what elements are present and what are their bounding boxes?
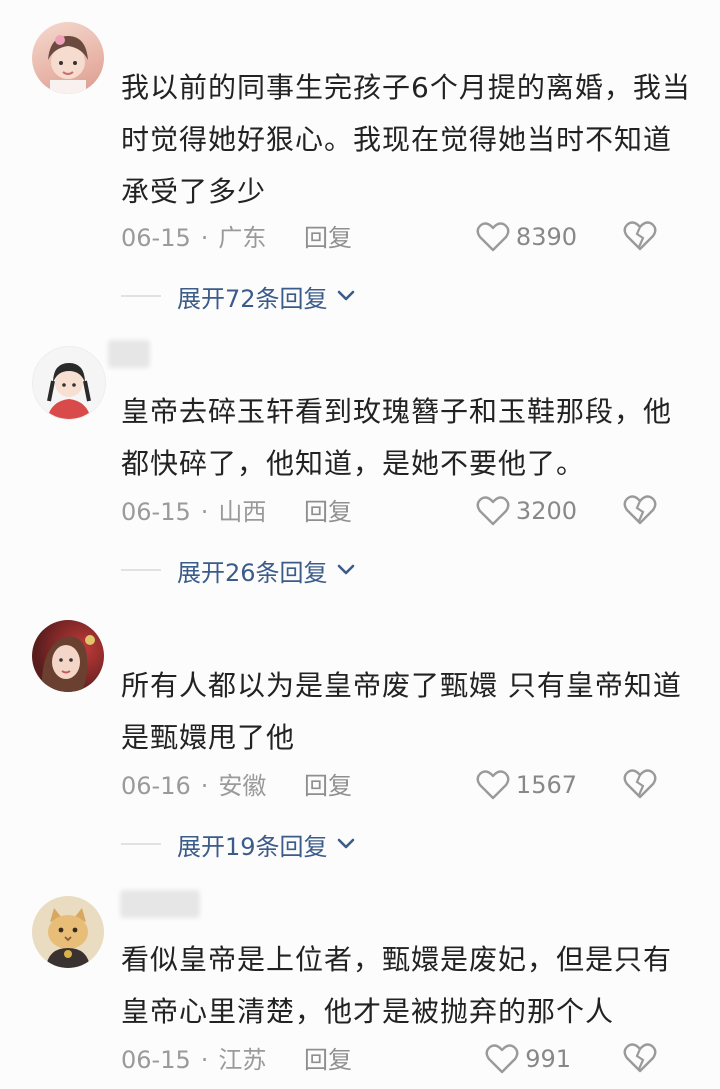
broken-heart-icon[interactable] — [623, 221, 657, 251]
expand-replies-button[interactable]: 展开19条回复 — [121, 827, 356, 861]
comment-location: 山西 — [218, 498, 267, 526]
divider-line — [121, 569, 161, 571]
like-button[interactable]: 991 — [485, 1039, 571, 1079]
like-count: 3200 — [515, 497, 577, 525]
reply-button[interactable]: 回复 — [304, 1040, 352, 1080]
chevron-down-icon — [337, 290, 354, 301]
like-count: 8390 — [515, 223, 577, 251]
comment-date: 06-15 — [121, 224, 191, 252]
comment-location: 广东 — [218, 224, 267, 252]
heart-icon — [476, 770, 510, 800]
comment-location: 江苏 — [218, 1046, 267, 1074]
expand-replies-button[interactable]: 展开72条回复 — [121, 279, 356, 313]
chevron-down-icon — [337, 564, 354, 575]
divider-line — [121, 295, 161, 297]
comment-text: 看似皇帝是上位者，甄嬛是废妃，但是只有皇帝心里清楚，他才是被抛弃的那个人 — [121, 943, 673, 1028]
reply-button[interactable]: 回复 — [304, 766, 352, 806]
username[interactable] — [108, 340, 150, 368]
reply-button[interactable]: 回复 — [304, 218, 352, 258]
comment-date: 06-15 — [121, 498, 191, 526]
chevron-down-icon — [337, 838, 354, 849]
avatar[interactable] — [32, 22, 104, 94]
comment-text: 所有人都以为是皇帝废了甄嬛 只有皇帝知道是甄嬛甩了他 — [121, 669, 682, 754]
heart-icon — [476, 222, 510, 252]
comment-date: 06-15 — [121, 1046, 191, 1074]
broken-heart-icon[interactable] — [623, 769, 657, 799]
avatar[interactable] — [32, 346, 106, 420]
heart-icon — [476, 496, 510, 526]
comment-meta: 06-15 · 山西 回复 3200 — [121, 491, 691, 531]
comment-location: 安徽 — [218, 772, 267, 800]
meta-separator: · — [200, 772, 209, 800]
like-button[interactable]: 8390 — [476, 217, 577, 257]
meta-separator: · — [200, 224, 209, 252]
like-button[interactable]: 1567 — [476, 765, 577, 805]
avatar[interactable] — [32, 896, 104, 968]
broken-heart-icon[interactable] — [623, 1043, 657, 1073]
comment-meta: 06-15 · 广东 回复 8390 — [121, 217, 691, 257]
like-button[interactable]: 3200 — [476, 491, 577, 531]
divider-line — [121, 843, 161, 845]
reply-button[interactable]: 回复 — [304, 492, 352, 532]
broken-heart-icon[interactable] — [623, 495, 657, 525]
avatar[interactable] — [32, 620, 104, 692]
meta-separator: · — [200, 1046, 209, 1074]
heart-icon — [485, 1044, 519, 1074]
expand-replies-label: 展开26条回复 — [177, 558, 328, 587]
comment-text: 我以前的同事生完孩子6个月提的离婚，我当时觉得她好狠心。我现在觉得她当时不知道承… — [121, 71, 691, 208]
comment-date: 06-16 — [121, 772, 191, 800]
comment-meta: 06-16 · 安徽 回复 1567 — [121, 765, 691, 805]
comment-meta: 06-15 · 江苏 回复 991 — [121, 1039, 691, 1079]
comment-text: 皇帝去碎玉轩看到玫瑰簪子和玉鞋那段，他都快碎了，他知道，是她不要他了。 — [121, 395, 673, 480]
like-count: 1567 — [515, 771, 577, 799]
username[interactable] — [120, 890, 200, 918]
expand-replies-label: 展开72条回复 — [177, 284, 328, 313]
like-count: 991 — [525, 1045, 571, 1073]
expand-replies-button[interactable]: 展开26条回复 — [121, 553, 356, 587]
expand-replies-label: 展开19条回复 — [177, 832, 328, 861]
meta-separator: · — [200, 498, 209, 526]
